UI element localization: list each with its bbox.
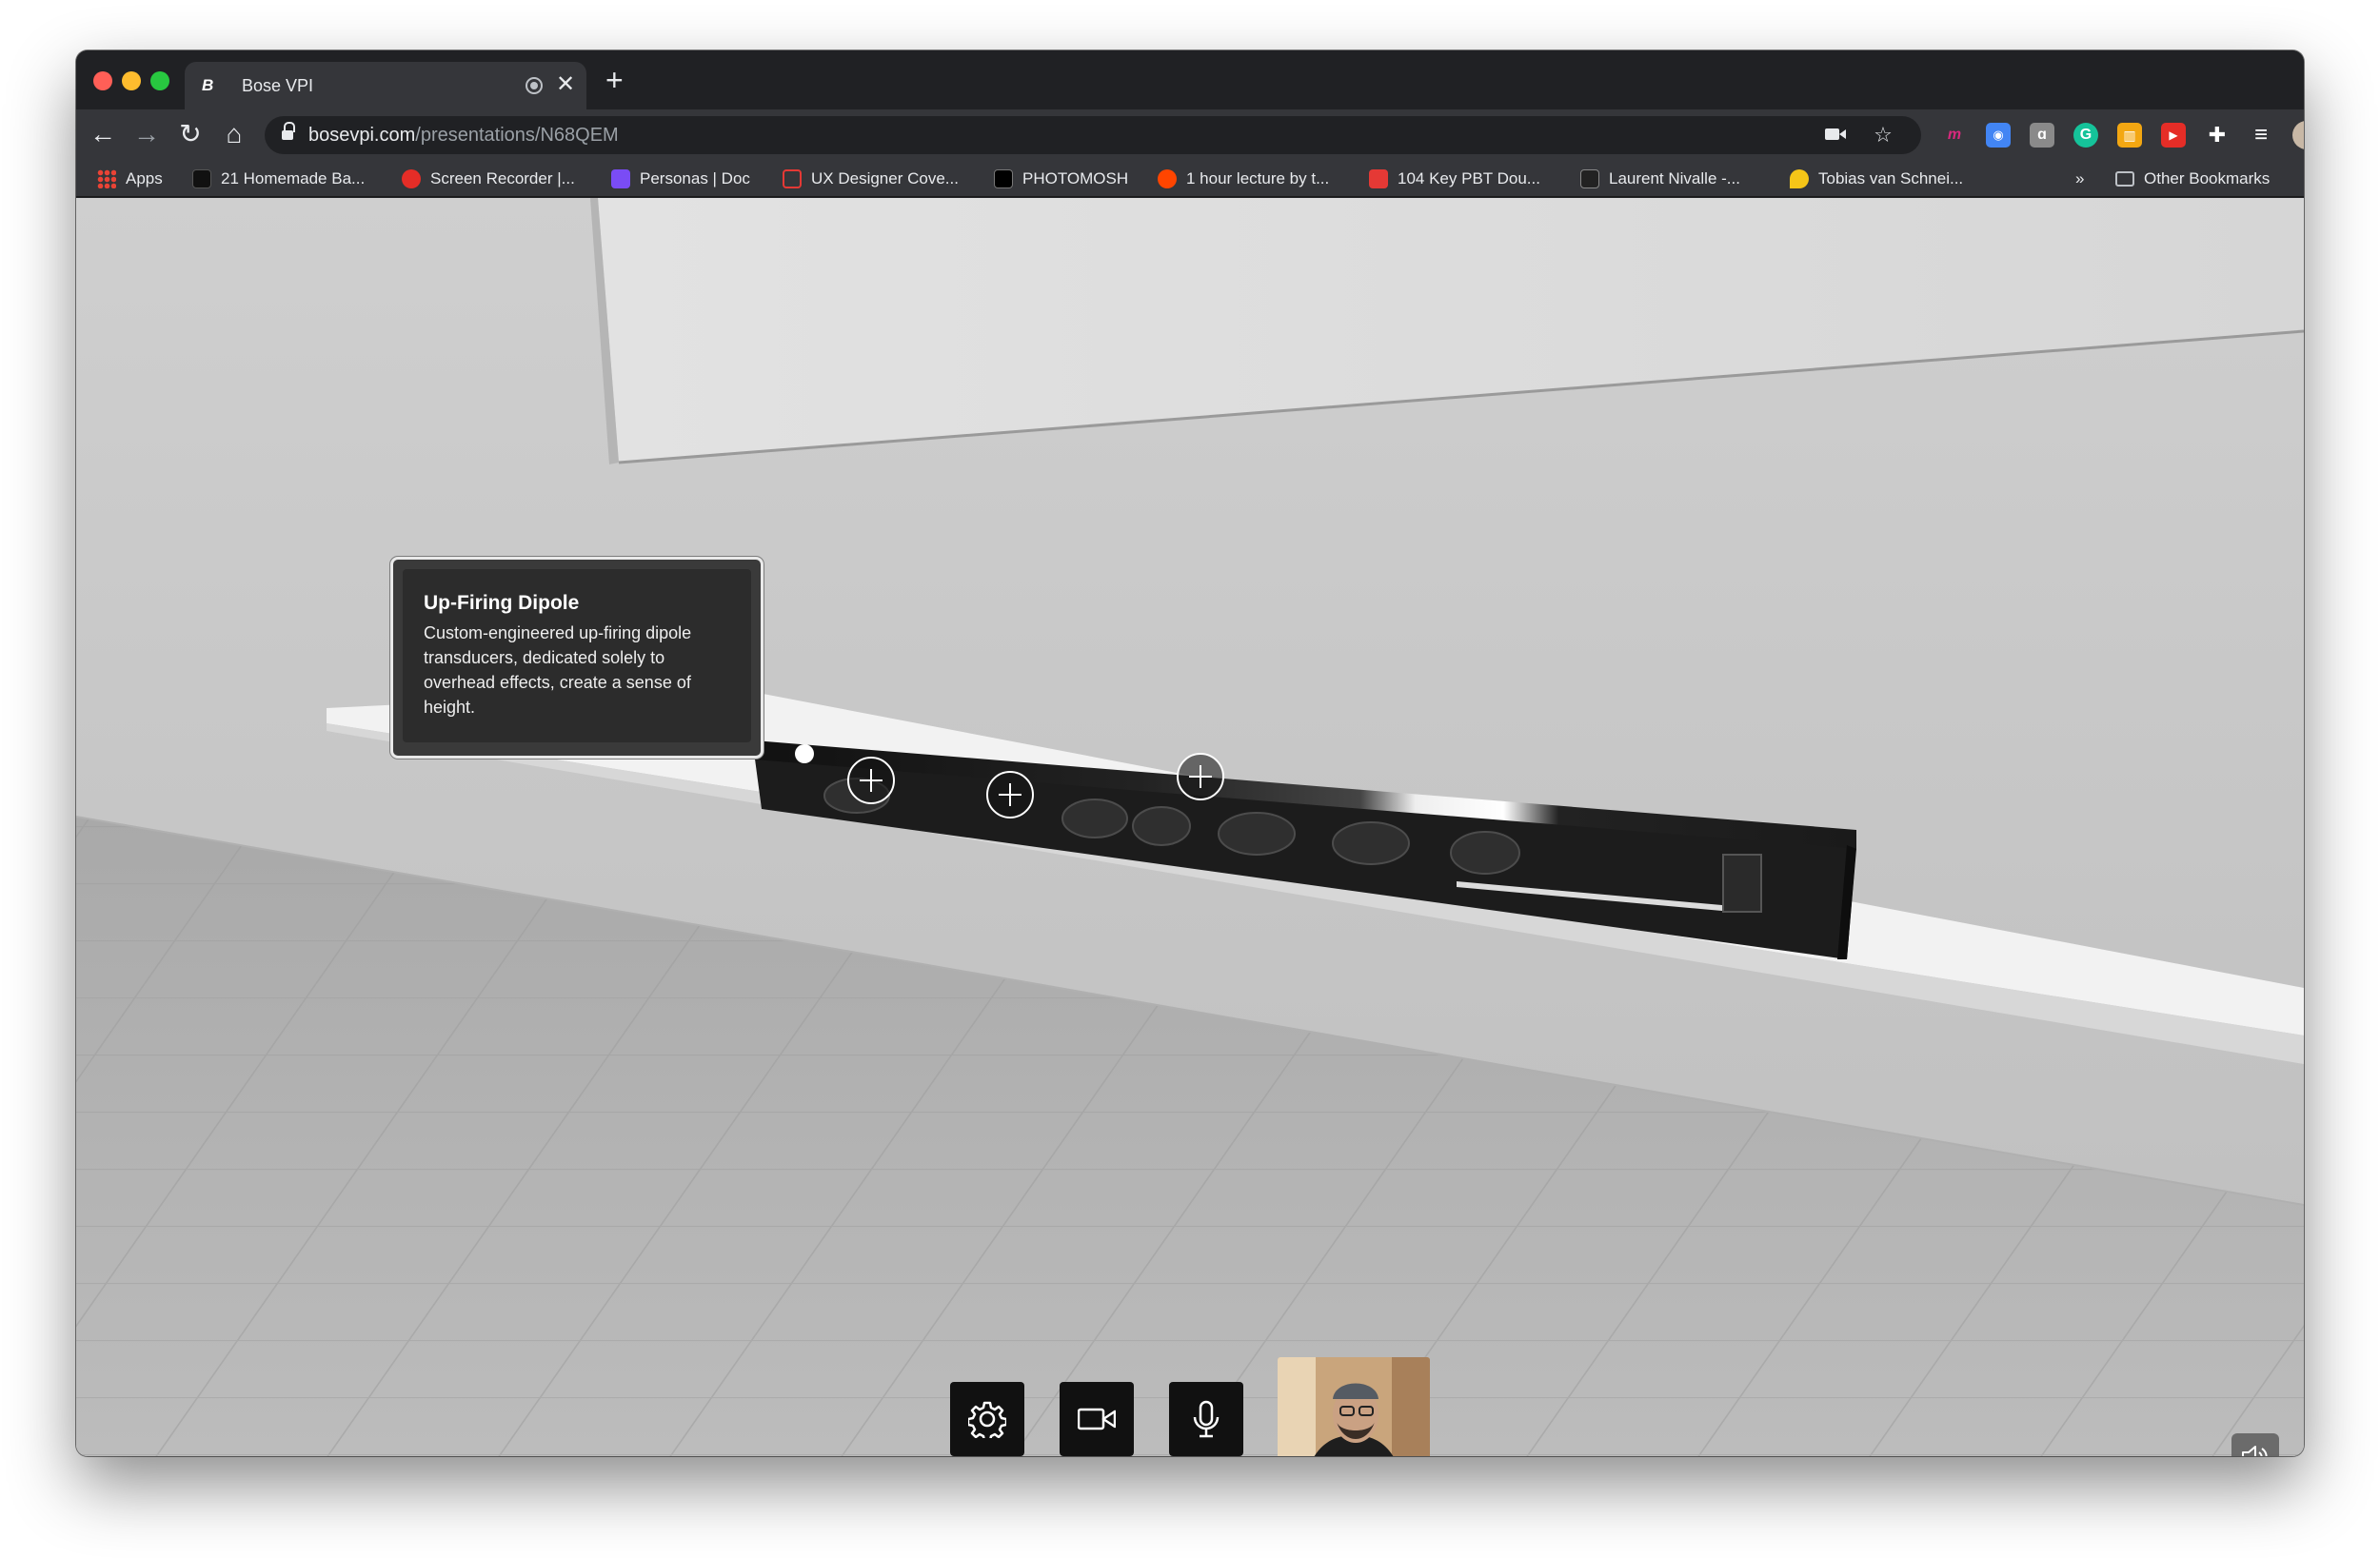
speaker-icon (2242, 1446, 2268, 1456)
gear-icon (968, 1401, 1006, 1438)
home-button[interactable]: ⌂ (219, 119, 249, 149)
bar-chart-extension-icon[interactable]: ▥ (2117, 123, 2142, 148)
active-hotspot-marker[interactable] (795, 744, 814, 763)
info-card-title: Up-Firing Dipole (424, 592, 580, 614)
monday-extension-icon[interactable]: m (1942, 123, 1967, 148)
tab-strip: B Bose VPI ✕ + (76, 50, 2304, 109)
sparkle-icon (1580, 169, 1599, 188)
settings-button[interactable] (950, 1382, 1024, 1456)
close-tab-icon[interactable]: ✕ (556, 72, 575, 97)
reddit-icon (1158, 169, 1177, 188)
reload-button[interactable]: ↻ (175, 119, 206, 149)
3d-scene[interactable] (76, 198, 2304, 1456)
browser-toolbar: ← → ↻ ⌂ bosevpi.com/presentations/N68QEM… (76, 109, 2304, 161)
bookmark-laurent-nivalle[interactable]: Laurent Nivalle -... (1580, 167, 1740, 191)
back-button[interactable]: ← (88, 119, 118, 149)
bookmark-apps[interactable]: Apps (97, 167, 163, 191)
info-card: Up-Firing Dipole Custom-engineered up-fi… (390, 557, 764, 759)
close-window-button[interactable] (93, 71, 112, 90)
screen-capture-extension-icon[interactable]: ◉ (1986, 123, 2011, 148)
lock-icon[interactable] (282, 122, 295, 142)
tab-title: Bose VPI (242, 76, 314, 95)
bookmark-photomosh[interactable]: PHOTOMOSH (994, 167, 1128, 191)
hotspot-3[interactable] (1177, 753, 1224, 800)
document-icon (192, 169, 211, 188)
banana-icon (1790, 169, 1809, 188)
record-icon (402, 169, 421, 188)
browser-window: B Bose VPI ✕ + ← → ↻ ⌂ bosevpi.com/prese… (76, 50, 2304, 1456)
camera-icon[interactable] (1822, 122, 1849, 148)
bookmarks-overflow-button[interactable]: » (2075, 167, 2084, 191)
puzzle-extensions-icon[interactable]: ✚ (2205, 123, 2230, 148)
new-tab-button[interactable]: + (605, 64, 624, 96)
address-bar[interactable]: bosevpi.com/presentations/N68QEM ☆ (265, 116, 1921, 154)
apps-grid-icon (97, 169, 116, 188)
minimize-window-button[interactable] (122, 71, 141, 90)
tab-bose-vpi[interactable]: B Bose VPI ✕ (185, 62, 586, 109)
bookmark-ux-designer[interactable]: UX Designer Cove... (783, 167, 959, 191)
info-card-content: Up-Firing Dipole Custom-engineered up-fi… (403, 569, 751, 742)
readability-extension-icon[interactable]: ɑ (2030, 123, 2054, 148)
bookmark-homemade[interactable]: 21 Homemade Ba... (192, 167, 365, 191)
bookmark-lecture[interactable]: 1 hour lecture by t... (1158, 167, 1329, 191)
youtube-extension-icon[interactable]: ▶ (2161, 123, 2186, 148)
bookmark-screen-recorder[interactable]: Screen Recorder |... (402, 167, 575, 191)
folder-icon (2115, 171, 2134, 187)
zoom-window-button[interactable] (150, 71, 169, 90)
camera-toggle-button[interactable] (1060, 1382, 1134, 1456)
microphone-icon (1193, 1400, 1220, 1438)
profile-avatar[interactable] (2292, 121, 2304, 149)
microphone-toggle-button[interactable] (1169, 1382, 1243, 1456)
info-card-body: Custom-engineered up-firing dipole trans… (424, 623, 692, 717)
reading-list-icon[interactable]: ≡ (2249, 123, 2273, 148)
media-recording-icon (526, 77, 543, 94)
bookmarks-bar: Apps 21 Homemade Ba... Screen Recorder |… (76, 161, 2304, 197)
keyboard-shop-icon (1369, 169, 1388, 188)
bookmark-keyboard[interactable]: 104 Key PBT Dou... (1369, 167, 1540, 191)
self-view-video[interactable] (1278, 1357, 1430, 1456)
photomosh-icon (994, 169, 1013, 188)
bose-logo-icon: B (202, 76, 214, 94)
url-text[interactable]: bosevpi.com/presentations/N68QEM (308, 125, 619, 147)
personas-icon (611, 169, 630, 188)
gmail-icon (783, 169, 802, 188)
hotspot-1[interactable] (847, 757, 895, 804)
forward-button[interactable]: → (131, 119, 162, 149)
other-bookmarks[interactable]: Other Bookmarks (2115, 167, 2270, 191)
hotspot-2[interactable] (986, 771, 1034, 818)
volume-button[interactable] (2231, 1433, 2279, 1456)
video-camera-icon (1078, 1408, 1116, 1430)
grammarly-extension-icon[interactable]: G (2073, 123, 2098, 148)
bookmark-personas[interactable]: Personas | Doc (611, 167, 750, 191)
presentation-viewport[interactable]: Up-Firing Dipole Custom-engineered up-fi… (76, 198, 2304, 1456)
star-icon[interactable]: ☆ (1870, 122, 1896, 148)
bookmark-tobias[interactable]: Tobias van Schnei... (1790, 167, 1963, 191)
